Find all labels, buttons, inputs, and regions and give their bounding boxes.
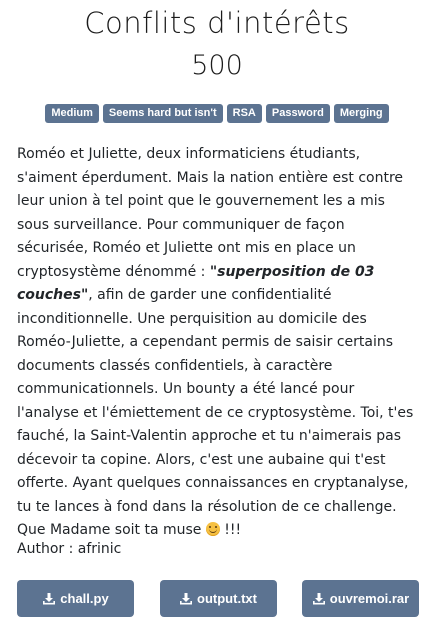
download-button-ouvremoi-rar[interactable]: ouvremoi.rar <box>302 580 419 617</box>
author-line: Author : afrinic <box>17 541 122 557</box>
download-label: ouvremoi.rar <box>329 591 410 606</box>
download-icon <box>312 592 326 606</box>
tag-badge: Password <box>265 104 330 123</box>
download-icon <box>179 592 193 606</box>
tag-badge: RSA <box>226 104 262 123</box>
download-label: chall.py <box>60 591 109 606</box>
smiling-face-icon <box>205 522 220 536</box>
description-closing: Que Madame soit ta muse !!! <box>17 519 419 543</box>
tag-list: Medium Seems hard but isn't RSA Password… <box>0 104 434 123</box>
challenge-description: Roméo et Juliette, deux informaticiens é… <box>17 143 419 543</box>
closing-text: !!! <box>219 522 242 538</box>
download-icon <box>42 592 56 606</box>
description-paragraph: Roméo et Juliette, deux informaticiens é… <box>17 143 419 519</box>
download-label: output.txt <box>197 591 257 606</box>
file-downloads: chall.py output.txt ouvremoi.rar <box>17 580 419 617</box>
tag-badge: Medium <box>45 104 99 123</box>
description-text: Roméo et Juliette, deux informaticiens é… <box>17 146 404 280</box>
tag-badge: Merging <box>333 104 389 123</box>
tag-badge: Seems hard but isn't <box>102 104 223 123</box>
download-button-chall-py[interactable]: chall.py <box>17 580 134 617</box>
description-text: , afin de garder une confidentialité inc… <box>17 287 414 515</box>
challenge-points: 500 <box>191 50 243 81</box>
challenge-title: Conflits d'intérêts <box>84 6 350 40</box>
download-button-output-txt[interactable]: output.txt <box>159 580 277 617</box>
closing-text: Que Madame soit ta muse <box>17 522 206 538</box>
